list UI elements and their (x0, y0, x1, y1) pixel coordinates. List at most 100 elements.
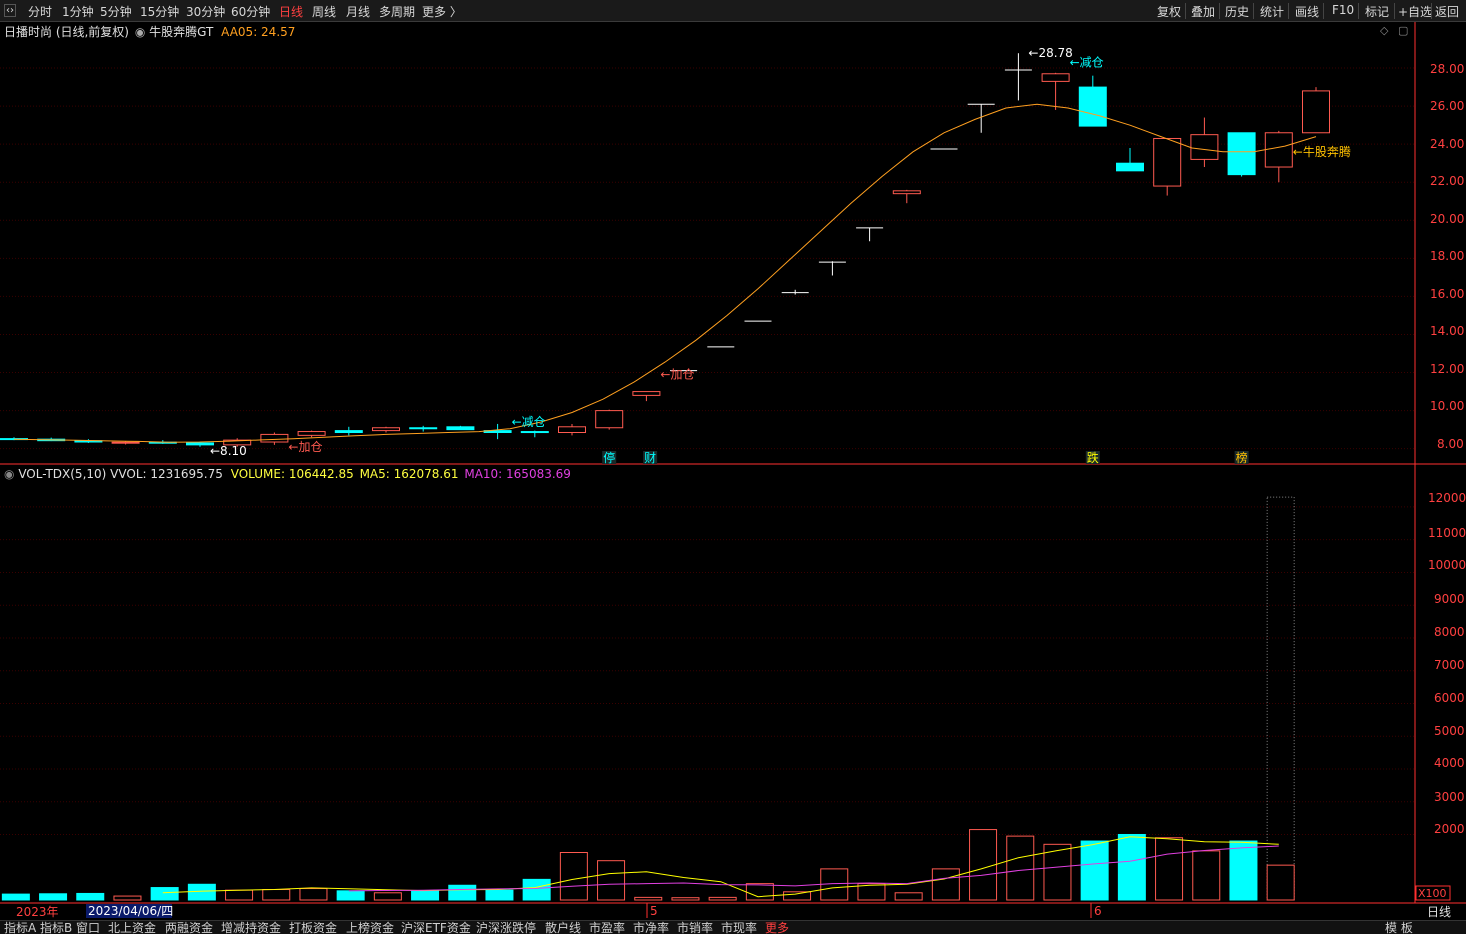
candle-body (372, 427, 400, 432)
volume-bar-cursor (1266, 496, 1295, 901)
event-marker-box (643, 451, 658, 464)
candle-body (297, 431, 326, 436)
tab-indicator-a[interactable]: 指标A (4, 921, 36, 934)
period-button[interactable]: 15分钟 (140, 3, 179, 20)
gear-icon[interactable]: ◉ (135, 25, 145, 39)
tab-etf-funds[interactable]: 沪深ETF资金 (401, 921, 471, 934)
mark-button[interactable]: 标记 (1365, 3, 1389, 20)
tab-billboard[interactable]: 上榜资金 (346, 921, 394, 934)
period-button[interactable]: 60分钟 (231, 3, 270, 20)
template-button[interactable]: 模 板 (1385, 921, 1413, 934)
settings-icon[interactable]: ◉ (4, 467, 14, 481)
volume-indicator-name[interactable]: VOL-TDX(5,10) (18, 467, 106, 481)
period-button[interactable]: 月线 (346, 3, 370, 20)
volume-bar (708, 896, 737, 901)
volume-bar (745, 883, 774, 901)
candle-body (558, 426, 586, 434)
statistics-button[interactable]: 统计 (1260, 3, 1284, 20)
volume-bar (820, 868, 849, 901)
chevron-left-right-icon[interactable]: ‹› (4, 4, 16, 17)
tab-northbound[interactable]: 北上资金 (108, 921, 156, 934)
more-periods-button[interactable]: 更多 〉 (422, 3, 462, 20)
event-marker: 跌 (1087, 450, 1099, 465)
price-axis: 28.00 26.00 24.00 22.00 20.00 18.00 16.0… (1430, 62, 1464, 451)
draw-button[interactable]: 画线 (1295, 3, 1319, 20)
volume-tick-label: 5000 (1434, 724, 1465, 738)
ma10-value: MA10: 165083.69 (464, 467, 571, 481)
add-watchlist-button[interactable]: +自选 (1398, 3, 1432, 20)
volume-bar (187, 883, 216, 901)
candle-body (632, 391, 661, 396)
volume-bar (1155, 837, 1184, 901)
tab-indicator-b[interactable]: 指标B (40, 921, 72, 934)
tab-margin[interactable]: 两融资金 (165, 921, 213, 934)
candle-body (595, 410, 624, 429)
history-button[interactable]: 历史 (1225, 3, 1249, 20)
period-button[interactable]: 1分钟 (62, 3, 94, 20)
price-tick-label: 12.00 (1430, 362, 1464, 376)
period-toolbar: ‹› 分时 1分钟 5分钟 15分钟 30分钟 60分钟 日线 周线 月线 多周… (0, 0, 1466, 22)
tab-pb[interactable]: 市净率 (633, 921, 669, 934)
period-button[interactable]: 30分钟 (186, 3, 225, 20)
indicator-tab-bar: 指标A 指标B 窗口 北上资金 两融资金 增减持资金 打板资金 上榜资金 沪深E… (0, 920, 1466, 934)
tab-window[interactable]: 窗口 (76, 921, 100, 934)
volume-bar (671, 897, 700, 901)
candle-body (111, 441, 140, 444)
ma-line (13, 103, 1317, 443)
tab-pe[interactable]: 市盈率 (589, 921, 625, 934)
f10-button[interactable]: F10 (1332, 3, 1354, 17)
volume-bar (559, 852, 588, 901)
tab-limit-updown[interactable]: 沪深涨跌停 (476, 921, 536, 934)
volume-bar (969, 829, 998, 901)
volume-bar (1006, 835, 1035, 901)
tab-holdings[interactable]: 增减持资金 (221, 921, 281, 934)
volume-bar (522, 878, 551, 901)
volume-bar (931, 868, 960, 901)
candle-body (1264, 132, 1293, 168)
back-button[interactable]: 返回 (1435, 3, 1459, 20)
volume-bar (894, 892, 923, 901)
tab-limitup-funds[interactable]: 打板资金 (289, 921, 337, 934)
tab-ps[interactable]: 市销率 (677, 921, 713, 934)
volume-bar (1192, 850, 1221, 901)
volume-axis: 12000 11000 10000 9000 8000 7000 6000 50… (1415, 491, 1466, 901)
candle-body (260, 433, 289, 443)
volume-bar (634, 896, 663, 901)
volume-bar (1266, 864, 1295, 901)
volume-bar (39, 893, 68, 901)
volume-unit-label: X100 (1418, 887, 1447, 900)
period-button[interactable]: 周线 (312, 3, 336, 20)
period-button[interactable]: 分时 (28, 3, 52, 20)
overlay-button[interactable]: 叠加 (1191, 3, 1215, 20)
price-tick-label: 10.00 (1430, 399, 1464, 413)
candle-body (186, 442, 214, 446)
event-marker-box (602, 451, 617, 464)
candle-body (520, 431, 549, 434)
indicator-name[interactable]: 牛股奔腾GT (149, 25, 213, 39)
period-button[interactable]: 5分钟 (100, 3, 132, 20)
volume-bar (1043, 843, 1072, 901)
cursor-date-label: 2023/04/06/四 (88, 904, 173, 918)
signal-annotation: ←加仓 (660, 367, 694, 381)
candle-body (37, 438, 66, 442)
period-label: 日线 (1427, 905, 1451, 919)
high-price-label: ←28.78 (1028, 46, 1072, 60)
fuquan-button[interactable]: 复权 (1157, 3, 1181, 20)
price-tick-label: 18.00 (1430, 249, 1464, 263)
price-tick-label: 24.00 (1430, 137, 1464, 151)
candle-body (1190, 134, 1219, 160)
diamond-icon[interactable]: ◇ (1380, 24, 1388, 37)
candle-body (1153, 137, 1182, 187)
volume-bar (411, 890, 440, 901)
period-button[interactable]: 多周期 (379, 3, 415, 20)
event-marker-box (1085, 451, 1100, 464)
month-label: 5 (650, 904, 658, 918)
period-button-active[interactable]: 日线 (279, 3, 303, 20)
low-price-label: ←8.10 (210, 444, 247, 458)
tab-pcf[interactable]: 市现率 (721, 921, 757, 934)
volume-tick-label: 6000 (1434, 691, 1465, 705)
tab-more[interactable]: 更多 (765, 921, 789, 934)
volume-bar (448, 884, 477, 901)
window-icon[interactable]: ▢ (1398, 24, 1408, 37)
tab-retail-line[interactable]: 散户线 (545, 921, 581, 934)
